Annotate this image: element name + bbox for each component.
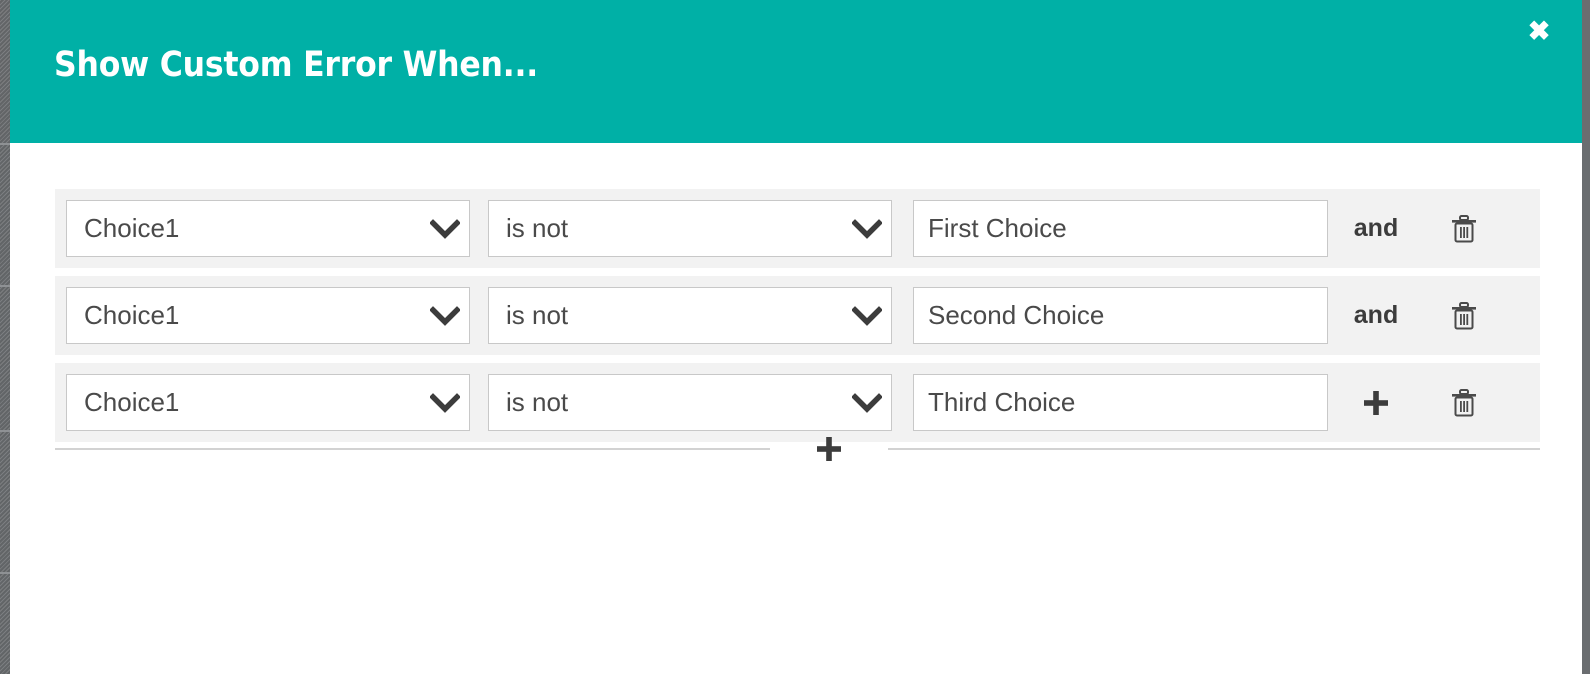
condition-operator-value: is not [506, 213, 569, 243]
dialog-body: Choice1 is not and [10, 143, 1582, 674]
condition-value-input-2[interactable] [913, 287, 1328, 344]
condition-operator-value: is not [506, 300, 569, 330]
plus-icon [1364, 390, 1388, 415]
custom-error-condition-dialog: Show Custom Error When... ✖ Choice1 is n… [10, 0, 1582, 674]
condition-rows: Choice1 is not and [55, 189, 1540, 450]
plus-icon [817, 437, 841, 461]
divider-line-right [888, 448, 1540, 450]
condition-field-select-1[interactable]: Choice1 [66, 200, 470, 257]
chevron-down-icon [421, 218, 469, 239]
chevron-down-icon [843, 305, 891, 326]
dialog-title: Show Custom Error When... [54, 45, 539, 85]
condition-field-value: Choice1 [84, 300, 180, 330]
dialog-header: Show Custom Error When... ✖ [10, 0, 1582, 143]
condition-operator-select-2[interactable]: is not [488, 287, 892, 344]
condition-field-value: Choice1 [84, 213, 180, 243]
backdrop-seam [0, 572, 10, 574]
condition-joiner-2: and [1353, 301, 1399, 329]
condition-value-input-1[interactable] [913, 200, 1328, 257]
condition-operator-select-3[interactable]: is not [488, 374, 892, 431]
trash-icon[interactable] [1424, 301, 1504, 331]
backdrop-seam [0, 430, 10, 432]
trash-icon[interactable] [1424, 388, 1504, 418]
table-row: Choice1 is not and [55, 189, 1540, 268]
table-row: Choice1 is not and [55, 276, 1540, 355]
divider-line-left [55, 448, 770, 450]
screen: Show Custom Error When... ✖ Choice1 is n… [0, 0, 1590, 674]
add-condition-group-button[interactable] [770, 434, 888, 464]
chevron-down-icon [843, 392, 891, 413]
page-backdrop-right [1582, 0, 1590, 674]
trash-icon[interactable] [1424, 214, 1504, 244]
backdrop-seam [0, 285, 10, 287]
add-condition-row-button[interactable] [1328, 388, 1424, 418]
condition-field-select-3[interactable]: Choice1 [66, 374, 470, 431]
backdrop-seam [0, 143, 10, 145]
condition-operator-select-1[interactable]: is not [488, 200, 892, 257]
close-icon[interactable]: ✖ [1522, 14, 1556, 48]
condition-field-select-2[interactable]: Choice1 [66, 287, 470, 344]
table-row: Choice1 is not [55, 363, 1540, 442]
chevron-down-icon [843, 218, 891, 239]
condition-field-value: Choice1 [84, 387, 180, 417]
condition-operator-value: is not [506, 387, 569, 417]
condition-value-input-3[interactable] [913, 374, 1328, 431]
page-backdrop-left [0, 0, 10, 674]
add-condition-group-divider [55, 434, 1540, 464]
chevron-down-icon [421, 305, 469, 326]
chevron-down-icon [421, 392, 469, 413]
condition-joiner-1: and [1353, 214, 1399, 242]
